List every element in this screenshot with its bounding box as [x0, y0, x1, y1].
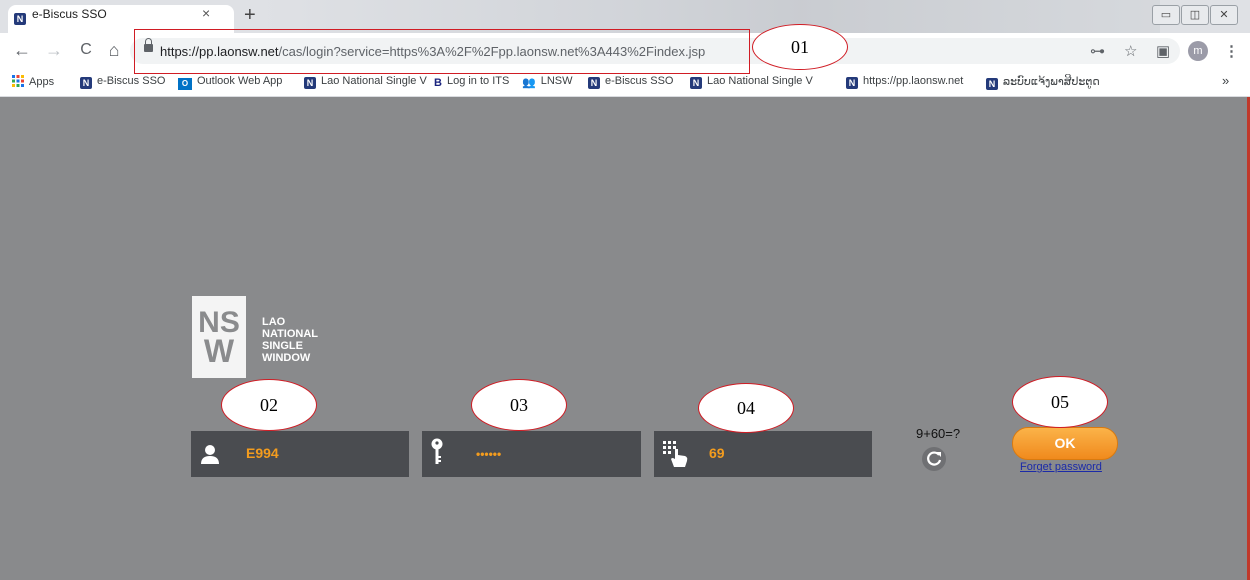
- nsw-favicon-icon: N: [80, 77, 92, 89]
- refresh-captcha-button[interactable]: [922, 447, 946, 471]
- nsw-favicon-icon: N: [846, 77, 858, 89]
- annotation-label: 03: [510, 395, 528, 415]
- bookmark-label: ລະບົບແຈ້ງພາສີປະຕູດ: [1003, 76, 1100, 88]
- logo-mark-bottom: W: [204, 333, 235, 369]
- annotation-01: 01: [752, 24, 848, 70]
- annotation-03: 03: [471, 379, 567, 431]
- bookmark-label: https://pp.laonsw.net: [863, 75, 964, 87]
- captcha-value: 69: [709, 445, 725, 461]
- refresh-icon: [927, 451, 942, 466]
- bookmark-label: Lao National Single V: [707, 75, 813, 87]
- logo-line: NATIONAL: [262, 328, 319, 340]
- tab-title: e-Biscus SSO: [32, 7, 107, 21]
- nsw-favicon-icon: N: [986, 78, 998, 90]
- nsw-favicon-icon: N: [304, 77, 316, 89]
- password-value: ••••••: [476, 447, 502, 461]
- menu-icon[interactable]: ⋮: [1224, 42, 1239, 60]
- restore-button[interactable]: ◫: [1181, 5, 1209, 25]
- bookmark-its[interactable]: B Log in to ITS: [434, 75, 509, 89]
- nsw-favicon-icon: N: [690, 77, 702, 89]
- annotation-label: 02: [260, 395, 278, 415]
- new-tab-button[interactable]: +: [244, 5, 256, 25]
- bookmark-e-biscus-sso-2[interactable]: Ne-Biscus SSO: [588, 75, 673, 89]
- logo-text: LAO NATIONAL SINGLE WINDOW: [262, 316, 318, 364]
- bookmark-label: e-Biscus SSO: [97, 75, 166, 87]
- nsw-favicon-icon: N: [14, 13, 26, 25]
- annotation-04: 04: [698, 383, 794, 433]
- bookmark-lao-customs[interactable]: N ລະບົບແຈ້ງພາສີປະຕູດ: [986, 75, 1100, 90]
- bookmark-label: Apps: [29, 76, 55, 88]
- forget-password-link[interactable]: Forget password: [1020, 461, 1102, 473]
- bookmark-outlook[interactable]: O Outlook Web App: [178, 75, 282, 90]
- bookmark-apps[interactable]: Apps: [12, 75, 54, 90]
- minimize-button[interactable]: ▭: [1152, 5, 1180, 25]
- reload-icon[interactable]: C: [76, 40, 96, 60]
- profile-avatar[interactable]: m: [1188, 41, 1208, 61]
- annotation-label: 01: [791, 37, 809, 57]
- annotation-05: 05: [1012, 376, 1108, 428]
- bookmark-lao-nsw-2[interactable]: N Lao National Single V: [690, 75, 813, 89]
- logo-line: WINDOW: [262, 352, 311, 364]
- people-icon: 👥: [522, 77, 536, 89]
- password-field[interactable]: [422, 431, 641, 477]
- logo-line: LAO: [262, 316, 286, 328]
- keypad-hand-icon: [663, 441, 689, 472]
- url-highlight-box: [134, 29, 750, 74]
- home-icon[interactable]: ⌂: [104, 40, 124, 60]
- bookmark-label: Lao National Single V: [321, 75, 427, 87]
- bookmarks-overflow-icon[interactable]: »: [1222, 73, 1229, 88]
- apps-grid-icon: [12, 75, 24, 90]
- bookmark-label: Log in to ITS: [446, 75, 510, 87]
- forward-icon[interactable]: →: [44, 40, 64, 60]
- annotation-label: 04: [737, 398, 755, 418]
- annotation-label: 05: [1051, 392, 1069, 412]
- nsw-logo-icon: NS W: [192, 296, 246, 378]
- user-icon: [201, 444, 219, 469]
- captcha-question: 9+60=?: [916, 426, 961, 441]
- bookmark-lnsw[interactable]: 👥 LNSW: [522, 75, 572, 89]
- bookmark-label: e-Biscus SSO: [605, 75, 674, 87]
- username-value: E994: [246, 445, 279, 461]
- bookmark-pp-laonsw[interactable]: Nhttps://pp.laonsw.net: [846, 75, 963, 89]
- logo-line: SINGLE: [262, 340, 303, 352]
- window-close-button[interactable]: ✕: [1210, 5, 1238, 25]
- extension-icon[interactable]: ▣: [1156, 42, 1170, 60]
- back-icon[interactable]: ←: [12, 40, 32, 60]
- key-icon: [431, 438, 443, 471]
- key-icon[interactable]: ⊶: [1090, 42, 1105, 60]
- login-page: [0, 97, 1250, 580]
- bookmark-label: Outlook Web App: [197, 75, 283, 87]
- nsw-favicon-icon: N: [588, 77, 600, 89]
- ok-button[interactable]: OK: [1012, 427, 1118, 460]
- bookmark-e-biscus-sso[interactable]: Ne-Biscus SSO: [80, 75, 165, 89]
- tab-close-icon[interactable]: ×: [202, 5, 210, 21]
- username-field[interactable]: [191, 431, 409, 477]
- annotation-02: 02: [221, 379, 317, 431]
- its-icon: B: [434, 77, 442, 89]
- outlook-icon: O: [178, 78, 192, 90]
- bookmark-lao-nsw[interactable]: N Lao National Single V: [304, 75, 427, 89]
- bookmark-label: LNSW: [540, 75, 573, 87]
- star-icon[interactable]: ☆: [1124, 42, 1137, 60]
